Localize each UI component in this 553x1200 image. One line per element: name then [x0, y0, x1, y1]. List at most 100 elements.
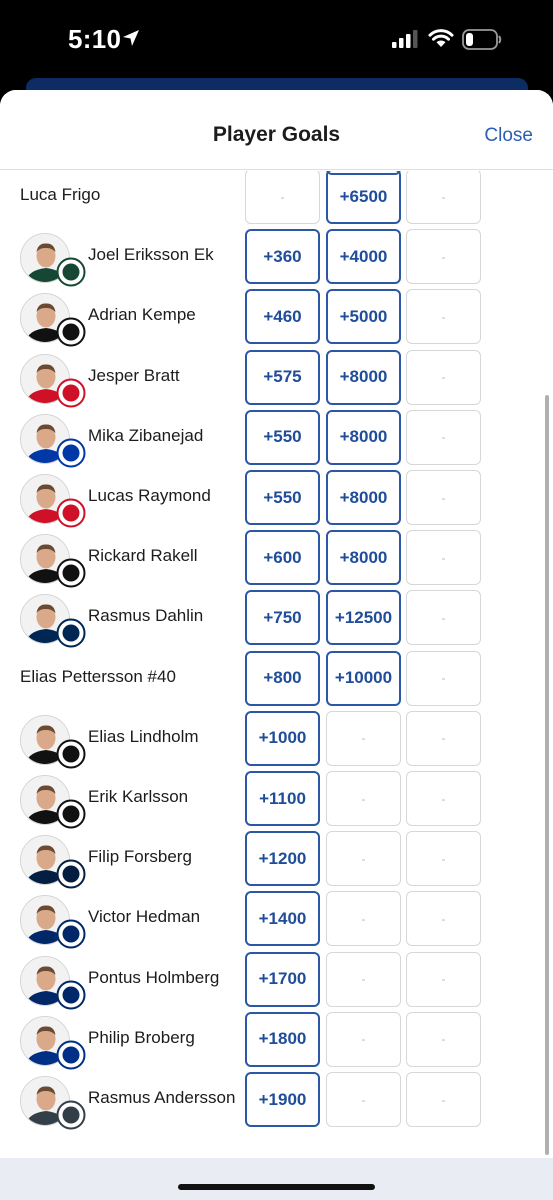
detroit-red-wings-logo-icon: [56, 498, 86, 528]
nashville-predators-logo-icon: [56, 859, 86, 889]
odds-cell-2: -: [326, 951, 401, 1007]
odds-cell-3: -: [406, 1011, 481, 1067]
player-name: Elias Pettersson #40: [20, 666, 176, 686]
la-kings-logo-icon: [56, 317, 86, 347]
odds-cell-1[interactable]: +750: [245, 590, 320, 646]
player-name: Joel Eriksson Ek: [88, 245, 214, 265]
odds-cell-3: -: [406, 590, 481, 646]
odds-cell-2[interactable]: +4000: [326, 229, 401, 285]
player-name: Lucas Raymond: [88, 486, 211, 505]
odds-cell-2: -: [326, 771, 401, 826]
odds-cell-2[interactable]: +6500: [326, 171, 401, 224]
status-time: 5:10: [68, 24, 122, 54]
tampa-bay-lightning-logo-icon: [56, 919, 86, 949]
boston-bruins-logo-icon: [56, 739, 86, 769]
scrollbar[interactable]: [545, 395, 549, 1155]
odds-cell-3: -: [406, 470, 481, 525]
player-name: Victor Hedman: [88, 907, 201, 927]
odds-cell-2[interactable]: +8000: [326, 409, 401, 465]
odds-cell-3: -: [406, 891, 481, 947]
location-arrow-icon: [123, 30, 139, 46]
player-name: Filip Forsberg: [88, 847, 192, 867]
player-row: Victor Hedman +1400- -: [0, 891, 553, 951]
odds-cell-1[interactable]: +1000: [245, 710, 320, 766]
player-name: Erik Karlsson: [88, 787, 189, 806]
bottom-bar: [0, 1158, 553, 1200]
player-row: Elias Pettersson #40 +800 +10000-: [0, 650, 553, 711]
player-name: Pontus Holmberg: [88, 967, 220, 987]
odds-cell-1[interactable]: +800: [245, 650, 320, 706]
vegas-golden-knights-logo-icon: [56, 1100, 86, 1130]
odds-cell-2[interactable]: +8000: [326, 349, 401, 405]
odds-cell-1[interactable]: +360: [245, 229, 320, 285]
player-name: Adrian Kempe: [88, 305, 196, 325]
odds-cell-1[interactable]: +460: [245, 289, 320, 345]
nj-devils-logo-icon: [56, 378, 86, 408]
player-row: Luca Frigo - +6500-: [0, 171, 553, 229]
player-name: Mika Zibanejad: [88, 425, 204, 445]
home-indicator[interactable]: [178, 1184, 375, 1190]
player-name: Jesper Bratt: [88, 365, 180, 385]
odds-cell-3: -: [406, 409, 481, 465]
status-bar: 5:10: [0, 0, 553, 80]
odds-cell-1[interactable]: +550: [245, 470, 320, 525]
player-name: Luca Frigo: [20, 185, 101, 204]
odds-cell-1[interactable]: +1200: [245, 831, 320, 887]
pittsburgh-penguins-logo-icon: [56, 558, 86, 588]
player-row: Erik Karlsson +1100- -: [0, 771, 553, 831]
player-row: Adrian Kempe +460 +5000-: [0, 289, 553, 349]
player-row: Mika Zibanejad +550 +8000-: [0, 409, 553, 470]
odds-cell-3: -: [406, 171, 481, 224]
odds-cell-3: -: [406, 951, 481, 1007]
player-name: Rasmus Dahlin: [88, 606, 204, 626]
odds-cell-1[interactable]: +1800: [245, 1011, 320, 1067]
sheet-header: Player Goals Close: [0, 90, 553, 170]
odds-cell-2: -: [326, 1072, 401, 1127]
player-row: Lucas Raymond +550 +8000-: [0, 470, 553, 530]
odds-cell-1[interactable]: +1900: [245, 1072, 320, 1127]
odds-cell-1[interactable]: +575: [245, 349, 320, 405]
odds-cell-3: -: [406, 1072, 481, 1127]
player-goals-sheet: Player Goals Close Luca Frigo - +6500- Joel…: [0, 90, 553, 1200]
player-list[interactable]: Luca Frigo - +6500- Joel Eriksson Ek +360 +40…: [0, 171, 553, 1156]
wifi-icon: [428, 29, 454, 47]
pittsburgh-penguins-logo-icon: [56, 799, 86, 829]
odds-cell-2[interactable]: +12500: [326, 590, 401, 646]
player-row: Pontus Holmberg +1700- -: [0, 951, 553, 1012]
odds-cell-2[interactable]: +10000: [326, 650, 401, 706]
ny-rangers-logo-icon: [56, 438, 86, 468]
odds-cell-1: -: [245, 171, 320, 224]
odds-cell-2[interactable]: +8000: [326, 470, 401, 525]
odds-cell-3: -: [406, 771, 481, 826]
player-name: Rickard Rakell: [88, 546, 198, 566]
odds-cell-3: -: [406, 289, 481, 345]
odds-cell-3: -: [406, 349, 481, 405]
minnesota-wild-logo-icon: [56, 257, 86, 287]
player-row: Rasmus Dahlin +750 +12500-: [0, 590, 553, 650]
player-name: Elias Lindholm: [88, 726, 199, 746]
odds-cell-3: -: [406, 530, 481, 586]
odds-cell-2: -: [326, 891, 401, 947]
odds-cell-2: -: [326, 710, 401, 766]
odds-cell-1[interactable]: +1400: [245, 891, 320, 947]
player-row: Rickard Rakell +600 +8000-: [0, 530, 553, 590]
odds-cell-1[interactable]: +600: [245, 530, 320, 586]
odds-cell-3: -: [406, 710, 481, 766]
odds-cell-3: -: [406, 229, 481, 285]
tampa-bay-lightning-logo-icon: [56, 980, 86, 1010]
odds-cell-3: -: [406, 650, 481, 706]
buffalo-sabres-logo-icon: [56, 618, 86, 648]
cellular-signal-icon: [392, 30, 418, 48]
odds-cell-1[interactable]: +1700: [245, 951, 320, 1007]
odds-cell-3: -: [406, 831, 481, 887]
player-row: Philip Broberg +1800- -: [0, 1011, 553, 1072]
close-button[interactable]: Close: [484, 125, 533, 147]
player-name: Philip Broberg: [88, 1027, 195, 1047]
odds-cell-2[interactable]: +5000: [326, 289, 401, 345]
player-row: Joel Eriksson Ek +360 +4000-: [0, 229, 553, 289]
player-row: Filip Forsberg +1200- -: [0, 831, 553, 891]
player-row: Elias Lindholm +1000- -: [0, 710, 553, 771]
odds-cell-1[interactable]: +550: [245, 409, 320, 465]
odds-cell-1[interactable]: +1100: [245, 771, 320, 826]
odds-cell-2[interactable]: +8000: [326, 530, 401, 586]
